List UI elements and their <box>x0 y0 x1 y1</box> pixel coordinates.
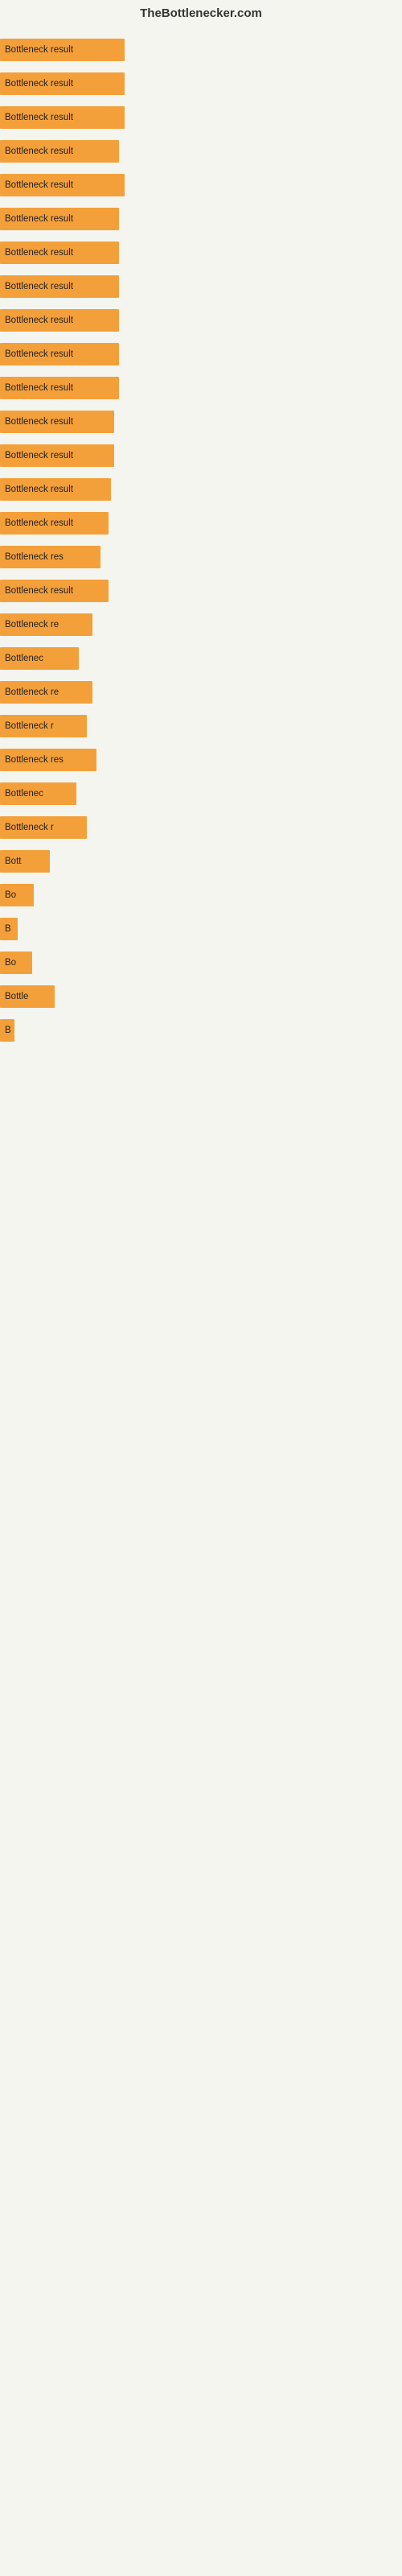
bottleneck-bar[interactable]: Bottleneck result <box>0 39 125 61</box>
bar-row: Bottleneck result <box>0 506 402 540</box>
bottleneck-bar[interactable]: Bott <box>0 850 50 873</box>
bars-container: Bottleneck result Bottleneck result Bottle… <box>0 25 402 1047</box>
bottleneck-bar[interactable]: Bottleneck result <box>0 478 111 501</box>
bar-row: Bottleneck result <box>0 473 402 506</box>
bottleneck-bar[interactable]: Bo <box>0 884 34 906</box>
bar-row: Bottleneck result <box>0 236 402 270</box>
bottleneck-bar[interactable]: Bottleneck result <box>0 208 119 230</box>
bar-row: B <box>0 912 402 946</box>
bottleneck-bar[interactable]: Bottleneck r <box>0 816 87 839</box>
bottleneck-bar[interactable]: Bottleneck result <box>0 106 125 129</box>
bottleneck-bar[interactable]: Bottle <box>0 985 55 1008</box>
bar-row: Bottlenec <box>0 642 402 675</box>
bar-row: Bottleneck re <box>0 675 402 709</box>
bottleneck-bar[interactable]: Bottleneck result <box>0 444 114 467</box>
bottleneck-bar[interactable]: Bottleneck result <box>0 242 119 264</box>
bar-row: Bottleneck result <box>0 67 402 101</box>
bottleneck-bar[interactable]: B <box>0 1019 14 1042</box>
bar-row: Bottleneck res <box>0 540 402 574</box>
bar-row: Bottleneck result <box>0 270 402 303</box>
bar-row: Bottleneck res <box>0 743 402 777</box>
bottleneck-bar[interactable]: Bottleneck result <box>0 343 119 365</box>
bar-row: Bottlenec <box>0 777 402 811</box>
bottleneck-bar[interactable]: Bottlenec <box>0 782 76 805</box>
bar-row: Bottleneck result <box>0 439 402 473</box>
bar-row: Bott <box>0 844 402 878</box>
bottleneck-bar[interactable]: Bottleneck res <box>0 749 96 771</box>
bottleneck-bar[interactable]: Bottleneck result <box>0 140 119 163</box>
bar-row: Bottleneck result <box>0 101 402 134</box>
bar-row: B <box>0 1013 402 1047</box>
bottleneck-bar[interactable]: Bottleneck result <box>0 174 125 196</box>
bottleneck-bar[interactable]: Bottleneck result <box>0 411 114 433</box>
bottleneck-bar[interactable]: Bottleneck result <box>0 512 109 535</box>
bar-row: Bottleneck result <box>0 371 402 405</box>
bottleneck-bar[interactable]: Bottleneck re <box>0 681 92 704</box>
bar-row: Bottleneck result <box>0 33 402 67</box>
bar-row: Bottleneck result <box>0 134 402 168</box>
bottleneck-bar[interactable]: Bottleneck result <box>0 72 125 95</box>
bar-row: Bottleneck r <box>0 709 402 743</box>
bar-row: Bottleneck result <box>0 574 402 608</box>
bottleneck-bar[interactable]: Bottleneck result <box>0 377 119 399</box>
site-header: TheBottlenecker.com <box>0 0 402 25</box>
bar-row: Bo <box>0 946 402 980</box>
bar-row: Bo <box>0 878 402 912</box>
bottleneck-bar[interactable]: B <box>0 918 18 940</box>
bar-row: Bottleneck result <box>0 337 402 371</box>
bottleneck-bar[interactable]: Bottleneck result <box>0 580 109 602</box>
bar-row: Bottleneck result <box>0 202 402 236</box>
bar-row: Bottleneck result <box>0 168 402 202</box>
bar-row: Bottle <box>0 980 402 1013</box>
bottleneck-bar[interactable]: Bottleneck result <box>0 309 119 332</box>
header-title: TheBottlenecker.com <box>140 6 262 20</box>
bottleneck-bar[interactable]: Bottleneck re <box>0 613 92 636</box>
bar-row: Bottleneck re <box>0 608 402 642</box>
bottleneck-bar[interactable]: Bottleneck result <box>0 275 119 298</box>
bottleneck-bar[interactable]: Bottleneck res <box>0 546 100 568</box>
bar-row: Bottleneck r <box>0 811 402 844</box>
bar-row: Bottleneck result <box>0 303 402 337</box>
bottleneck-bar[interactable]: Bo <box>0 952 32 974</box>
bar-row: Bottleneck result <box>0 405 402 439</box>
bottleneck-bar[interactable]: Bottlenec <box>0 647 79 670</box>
bottleneck-bar[interactable]: Bottleneck r <box>0 715 87 737</box>
